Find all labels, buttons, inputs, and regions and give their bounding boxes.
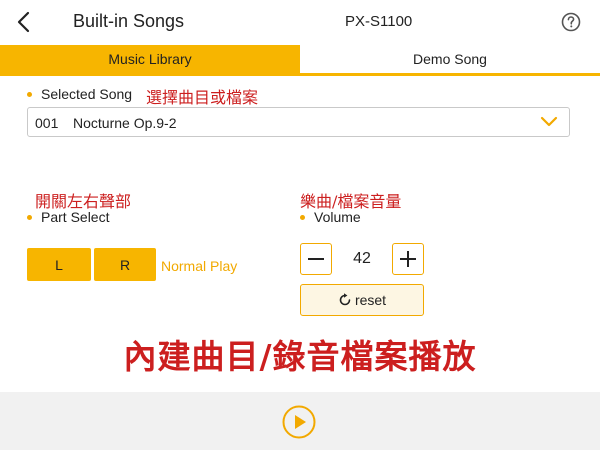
volume-label: Volume [300,209,361,225]
tab-music-library-label: Music Library [108,51,192,67]
selected-song-label: Selected Song [27,86,132,102]
tab-underline [0,73,600,76]
selected-song-annotation: 選擇曲目或檔案 [146,88,259,107]
part-right-button[interactable]: R [94,248,156,281]
volume-decrease-button[interactable] [300,243,332,275]
volume-reset-button[interactable]: reset [300,284,424,316]
part-left-button[interactable]: L [27,248,91,281]
tab-demo-song[interactable]: Demo Song [300,45,600,73]
footer-bar [0,392,600,450]
bullet-icon [27,91,32,97]
tab-music-library[interactable]: Music Library [0,45,300,73]
plus-icon [400,251,416,267]
reset-label: reset [354,292,387,308]
song-select-dropdown[interactable]: 001 Nocturne Op.9-2 [27,107,570,137]
feature-annotation: 內建曲目/錄音檔案播放 [123,337,477,376]
chevron-left-icon [17,11,30,33]
minus-icon [308,258,324,260]
volume-increase-button[interactable] [392,243,424,275]
device-name: PX-S1100 [345,13,413,30]
bullet-icon [27,214,32,220]
volume-value: 42 [353,250,371,267]
tab-demo-song-label: Demo Song [413,51,487,67]
help-circle-icon [561,12,581,32]
play-icon[interactable] [282,405,316,439]
help-button[interactable] [561,12,581,32]
part-select-label: Part Select [27,209,109,225]
bullet-icon [300,214,305,220]
chevron-down-icon [540,116,558,127]
song-name: Nocturne Op.9-2 [73,115,177,131]
play-mode-status: Normal Play [161,258,238,274]
header-bar: Built-in Songs PX-S1100 [0,0,600,45]
back-button[interactable] [10,8,36,36]
reset-icon [339,293,351,306]
page-title: Built-in Songs [73,11,185,31]
song-number: 001 [35,115,59,131]
tab-bar: Music Library Demo Song [0,45,600,76]
